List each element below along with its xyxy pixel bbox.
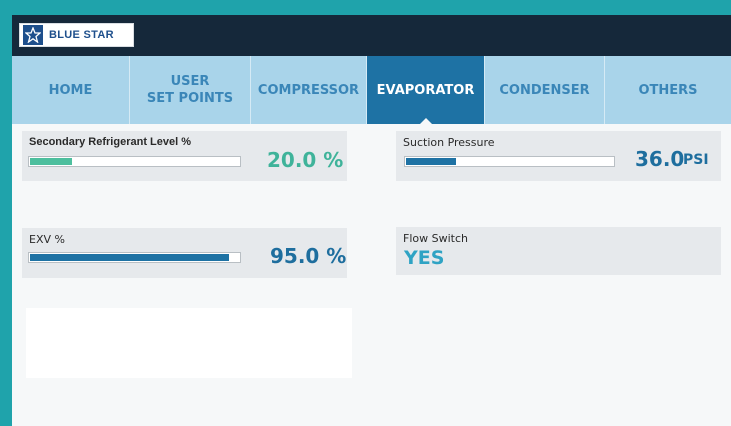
flow-switch-panel: Flow Switch YES — [396, 227, 721, 275]
tab-evaporator[interactable]: EVAPORATOR — [367, 56, 485, 125]
secondary-refrigerant-panel: Secondary Refrigerant Level % 20.0 % — [22, 131, 347, 181]
suction-pressure-panel: Suction Pressure 36.0 PSI — [396, 131, 721, 181]
brand-logo: BLUE STAR — [19, 23, 134, 47]
suction-pressure-label: Suction Pressure — [403, 136, 495, 149]
tab-others[interactable]: OTHERS — [605, 56, 731, 124]
exv-label: EXV % — [29, 233, 65, 246]
tab-home[interactable]: HOME — [12, 56, 130, 124]
suction-pressure-unit: PSI — [683, 152, 709, 168]
secondary-refrigerant-label: Secondary Refrigerant Level % — [29, 136, 192, 148]
top-bar: BLUE STAR — [12, 15, 731, 56]
exv-bar-fill — [30, 254, 229, 261]
star-icon — [23, 25, 43, 45]
suction-pressure-value: 36.0 — [635, 147, 685, 171]
suction-pressure-bar — [404, 156, 615, 167]
exv-panel: EXV % 95.0 % — [22, 228, 347, 278]
flow-switch-label: Flow Switch — [403, 232, 468, 245]
tab-compressor[interactable]: COMPRESSOR — [251, 56, 367, 124]
main-nav: HOME USER SET POINTS COMPRESSOR EVAPORAT… — [12, 56, 731, 125]
flow-switch-value: YES — [404, 247, 445, 269]
secondary-refrigerant-bar-fill — [30, 158, 72, 165]
secondary-refrigerant-value: 20.0 % — [267, 148, 344, 172]
tab-user-set-points[interactable]: USER SET POINTS — [130, 56, 251, 124]
exv-value: 95.0 % — [270, 244, 347, 268]
brand-name: BLUE STAR — [49, 29, 114, 41]
tab-condenser[interactable]: CONDENSER — [485, 56, 605, 124]
exv-bar — [28, 252, 241, 263]
suction-pressure-bar-fill — [406, 158, 456, 165]
secondary-refrigerant-bar — [28, 156, 241, 167]
evaporator-screen: BLUE STAR HOME USER SET POINTS COMPRESSO… — [12, 15, 731, 426]
empty-panel — [26, 308, 352, 378]
